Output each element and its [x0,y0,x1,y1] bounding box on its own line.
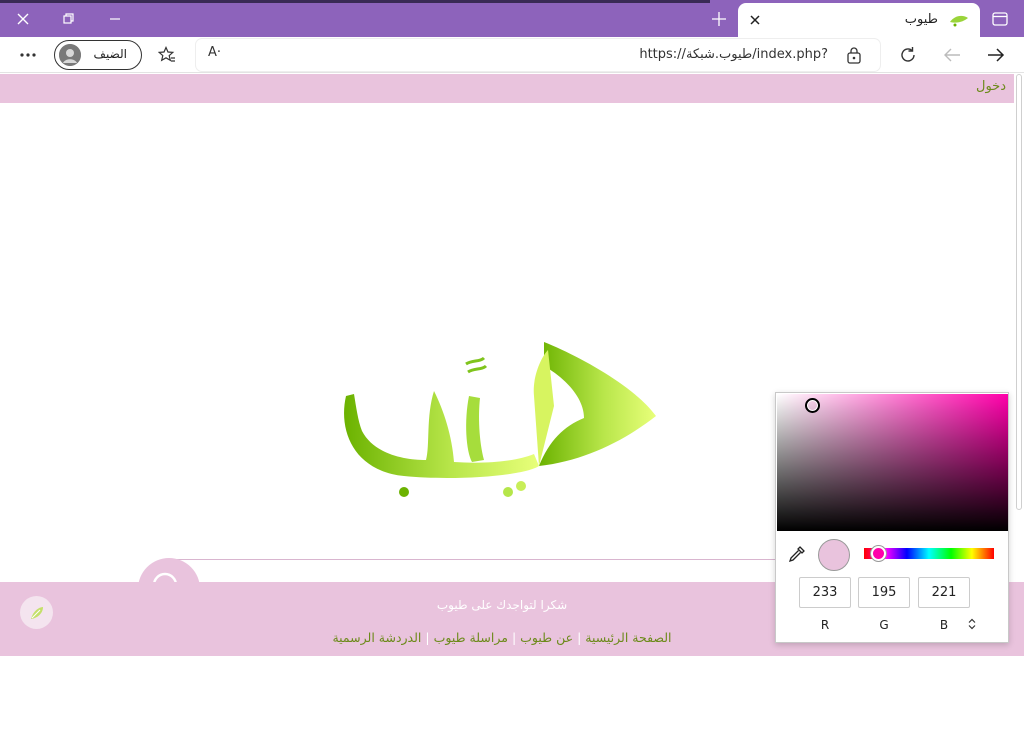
star-list-icon [158,46,175,62]
close-icon [17,13,29,25]
guest-avatar-icon [59,44,81,66]
active-tab[interactable]: طيوب [738,3,980,37]
footer-link-contact[interactable]: مراسلة طيوب [434,630,508,645]
green-value-input[interactable]: 195 [858,577,910,608]
plus-icon [712,12,726,26]
tab-actions-button[interactable] [986,6,1014,32]
arrow-left-icon [944,48,960,62]
address-bar[interactable]: A· https://طيوب.شبكة/index.php? [196,39,880,71]
more-options-button[interactable] [14,41,42,69]
tab-title: طيوب [904,12,938,27]
footer-link-home[interactable]: الصفحة الرئيسية [585,630,671,645]
minimize-window-button[interactable] [100,6,130,32]
tab-close-button[interactable] [746,11,764,29]
back-button[interactable] [938,41,966,69]
refresh-icon [901,47,915,62]
minimize-icon [110,18,120,20]
color-swatch [818,539,850,571]
hue-handle[interactable] [871,546,886,561]
more-icon [20,53,36,57]
footer-link-chat[interactable]: الدردشة الرسمية [332,630,421,645]
red-label: R [820,618,830,632]
profile-label: الضيف [93,47,127,61]
footer-link-about[interactable]: عن طيوب [520,630,573,645]
blue-label: B [939,618,949,632]
site-favicon-icon [950,15,968,27]
favorites-button[interactable] [153,41,181,69]
chevron-up-down-icon [968,618,976,630]
tab-actions-icon [992,12,1008,26]
url-text[interactable]: https://طيوب.شبكة/index.php? [639,47,828,62]
scrollbar-thumb[interactable] [1016,74,1022,510]
browser-toolbar: الضيف A· https://طيوب.شبكة/index.php? [0,37,1024,73]
arrow-right-icon [988,48,1005,62]
restore-window-button[interactable] [54,6,84,32]
footer-separator: | [511,630,517,645]
color-picker: 233 195 221 R G B [775,392,1009,643]
blue-value-input[interactable]: 221 [918,577,970,608]
color-mode-toggle[interactable] [968,618,976,633]
eyedropper-icon[interactable] [788,545,806,563]
restore-icon [63,13,74,24]
lock-icon[interactable] [846,46,862,64]
green-label: G [879,618,889,632]
refresh-button[interactable] [894,41,922,69]
title-bar: طيوب [0,0,1024,37]
new-tab-button[interactable] [704,6,734,32]
close-window-button[interactable] [8,6,38,32]
profile-button[interactable]: الضيف [54,40,142,70]
footer-separator: | [425,630,430,645]
login-link[interactable]: دخول [976,79,1006,94]
saturation-handle[interactable] [805,398,820,413]
close-icon [750,15,760,25]
saturation-value-area[interactable] [777,394,1008,531]
footer-separator: | [577,630,582,645]
title-bar-accent [0,0,710,3]
site-logo [344,342,656,497]
read-aloud-icon[interactable]: A· [208,45,221,60]
red-value-input[interactable]: 233 [799,577,851,608]
page-scrollbar[interactable] [1014,74,1024,514]
forward-button[interactable] [982,41,1010,69]
login-bar: دخول [0,74,1014,103]
